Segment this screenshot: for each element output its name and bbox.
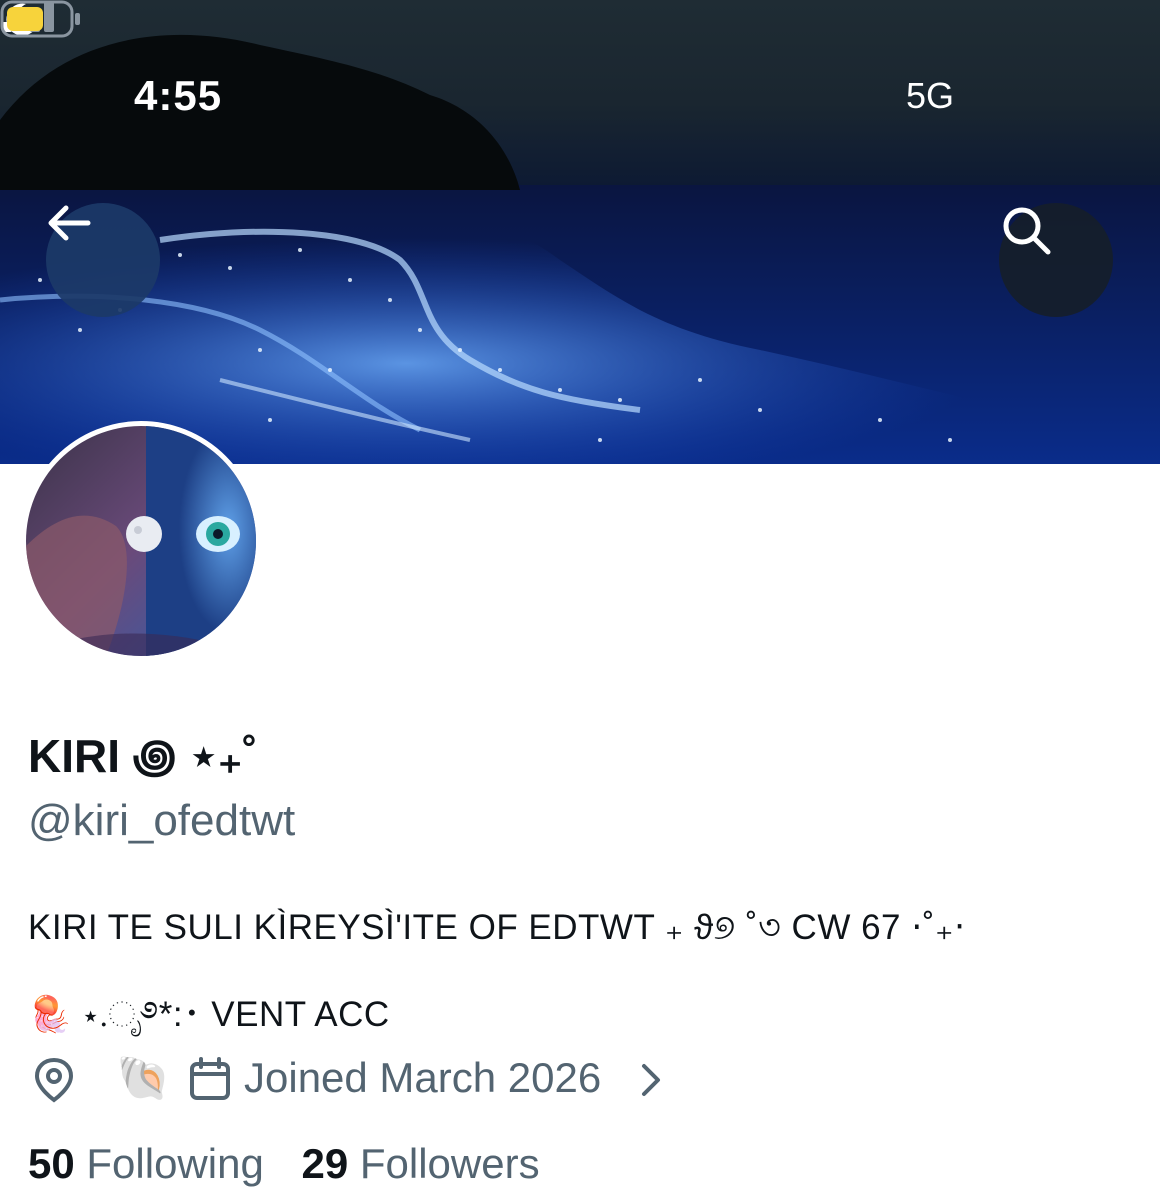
- location-shell-emoji: 🐚: [116, 1054, 171, 1103]
- location-pin-icon: [34, 1057, 74, 1103]
- following-label: Following: [86, 1140, 264, 1187]
- search-button[interactable]: [999, 203, 1113, 317]
- search-icon: [1003, 207, 1051, 255]
- profile-meta-row: 🐚 Joined March 2026: [28, 1052, 748, 1108]
- bio-line-2-text: ⋆.ೃ࿔*:･ VENT ACC: [82, 995, 390, 1034]
- chevron-right-icon[interactable]: [638, 1062, 664, 1098]
- following-link[interactable]: 50 Following: [28, 1140, 275, 1187]
- joined-date[interactable]: Joined March 2026: [244, 1054, 601, 1102]
- followers-link[interactable]: 29 Followers: [301, 1140, 539, 1187]
- following-count: 50: [28, 1140, 75, 1187]
- banner-image: [0, 34, 1160, 464]
- user-handle: @kiri_ofedtwt: [28, 796, 296, 845]
- arrow-left-icon: [48, 205, 91, 241]
- profile-banner[interactable]: 4:55 5G: [0, 0, 1160, 464]
- bio-line-1: KIRI TE SULI KÌREYSÌ'ITE OF EDTWT ₊ ϑ୭ ˚…: [28, 908, 966, 947]
- network-type: 5G: [906, 75, 955, 116]
- back-button[interactable]: [46, 203, 160, 317]
- jellyfish-emoji: 🪼: [28, 995, 73, 1034]
- follow-stats: 50 Following 29 Followers: [28, 1140, 566, 1188]
- avatar-image: [26, 426, 256, 656]
- status-time: 4:55: [134, 72, 223, 119]
- display-name: KIRI ꩜ ⋆₊˚: [28, 730, 258, 782]
- battery-icon: [0, 0, 80, 38]
- followers-label: Followers: [359, 1140, 540, 1187]
- calendar-icon: [190, 1057, 230, 1100]
- avatar[interactable]: [21, 421, 261, 661]
- followers-count: 29: [301, 1140, 349, 1187]
